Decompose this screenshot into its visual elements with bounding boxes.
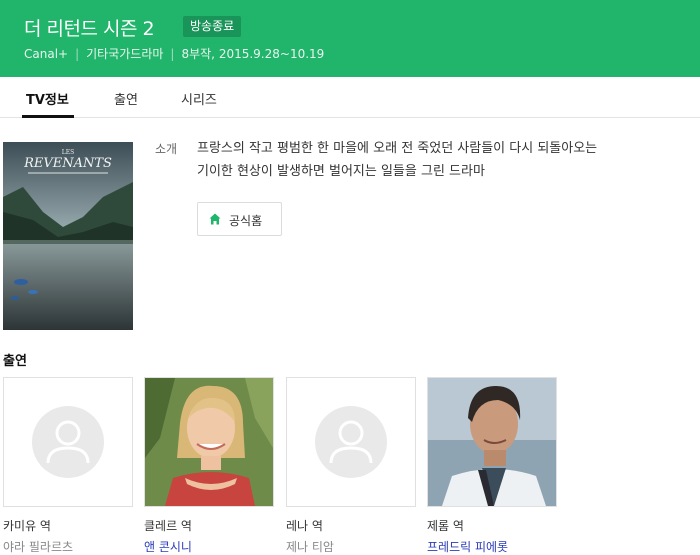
cast-role: 레나 역 (286, 519, 323, 533)
cast-actor-name: 야라 필라르츠 (3, 540, 74, 554)
person-placeholder-icon (315, 406, 387, 478)
active-tab-indicator (22, 115, 74, 118)
meta-divider: | (170, 47, 175, 61)
cast-photo[interactable] (144, 377, 274, 507)
network-label: Canal+ (24, 47, 69, 61)
cast-actor-name: 제나 티암 (286, 540, 334, 554)
poster-title-small: LES (62, 149, 74, 156)
actress-photo (145, 378, 273, 506)
intro-text-line: 기이한 현상이 발생하면 벌어지는 일들을 그린 드라마 (197, 164, 485, 179)
cast-actor-link[interactable]: 앤 콘시니 (144, 538, 192, 555)
cast-actor-link[interactable]: 프레드릭 피에롯 (427, 538, 508, 555)
intro-label: 소개 (155, 142, 178, 156)
tab-cast[interactable]: 출연 (114, 89, 138, 108)
cast-heading: 출연 (3, 354, 27, 369)
status-badge: 방송종료 (183, 16, 242, 37)
tab-series[interactable]: 시리즈 (181, 89, 217, 108)
cast-role: 클레르 역 (144, 519, 192, 533)
program-meta: Canal+ | 기타국가드라마 | 8부작, 2015.9.28~10.19 (24, 45, 324, 62)
page-title: 더 리턴드 시즌 2 (24, 18, 155, 40)
program-header: 더 리턴드 시즌 2 방송종료 Canal+ | 기타국가드라마 | 8부작, 2015… (0, 0, 700, 77)
poster-title: REVENANTS (23, 156, 112, 171)
home-icon (209, 213, 221, 225)
episodes-dates-label: 8부작, 2015.9.28~10.19 (181, 47, 325, 61)
cast-photo-placeholder[interactable] (3, 377, 133, 507)
intro-text: 프랑스의 작고 평범한 한 마을에 오래 전 죽었던 사람들이 다시 되돌아오는… (197, 137, 657, 183)
meta-divider: | (75, 47, 80, 61)
cast-role: 제롬 역 (427, 519, 464, 533)
genre-label: 기타국가드라마 (86, 47, 164, 61)
tab-bar: TV정보 출연 시리즈 (0, 77, 700, 118)
cast-photo-placeholder[interactable] (286, 377, 416, 507)
actor-photo (428, 378, 556, 506)
poster-image[interactable]: LES REVENANTS (3, 142, 133, 330)
person-placeholder-icon (32, 406, 104, 478)
intro-text-line: 프랑스의 작고 평범한 한 마을에 오래 전 죽었던 사람들이 다시 되돌아오는 (197, 141, 598, 156)
tab-tv-info[interactable]: TV정보 (26, 89, 69, 108)
cast-photo[interactable] (427, 377, 557, 507)
cast-role: 카미유 역 (3, 519, 51, 533)
official-home-button[interactable]: 공식홈 (197, 202, 282, 236)
official-home-label: 공식홈 (229, 214, 263, 228)
